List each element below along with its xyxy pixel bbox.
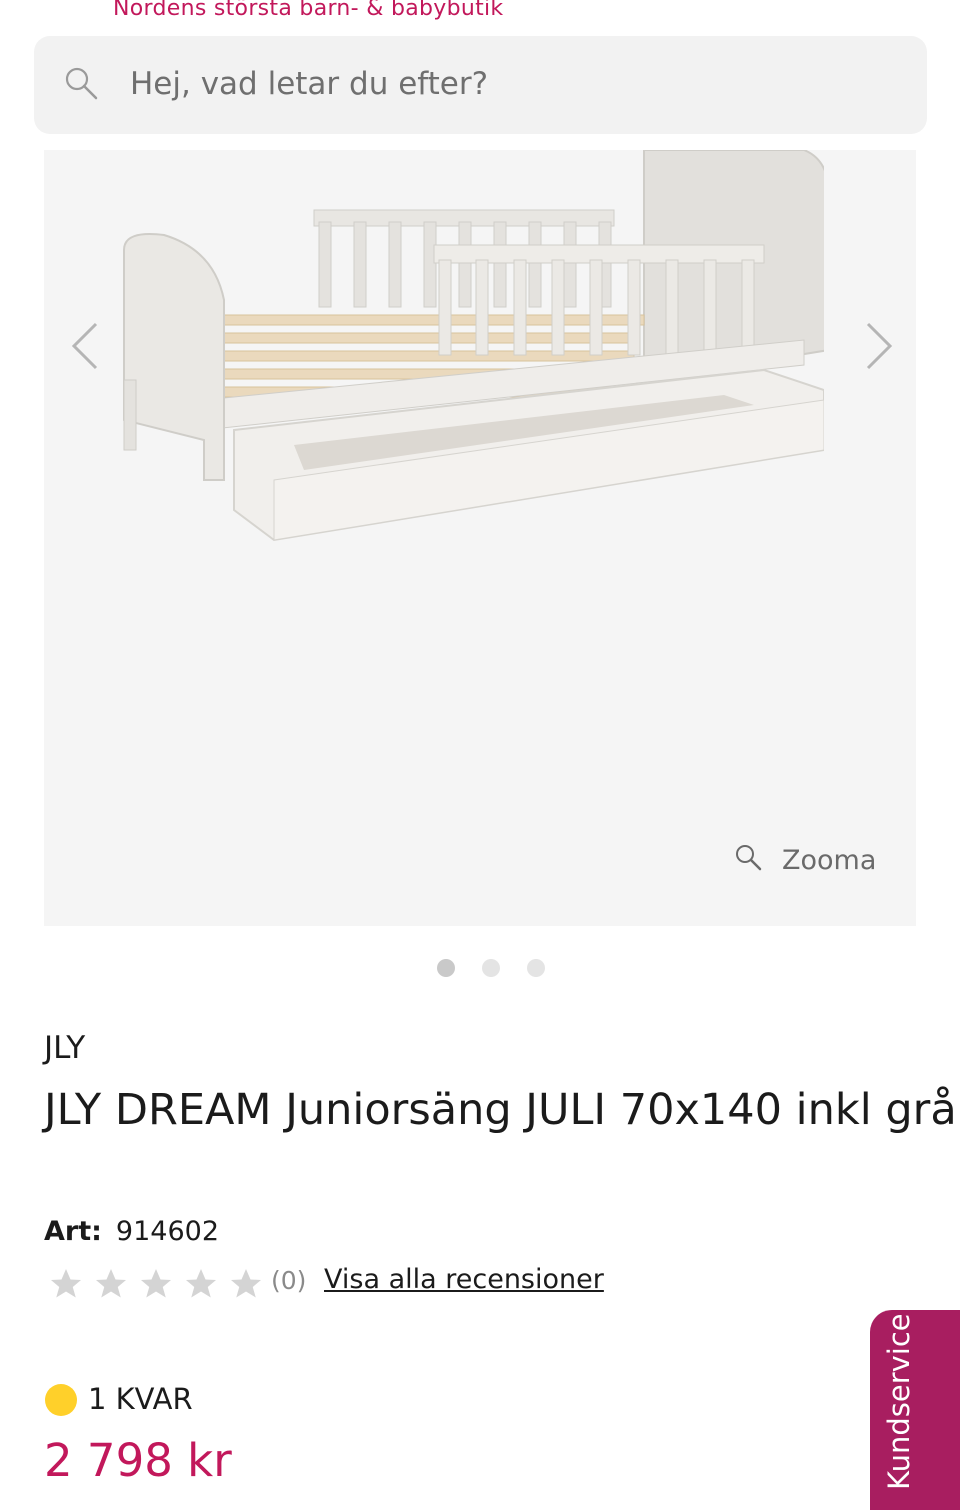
gallery-dot-2[interactable] (482, 959, 500, 977)
star-icon (186, 1269, 216, 1298)
article-number-value: 914602 (115, 1216, 219, 1247)
article-number: Art: 914602 (44, 1216, 219, 1247)
star-icon (231, 1269, 261, 1298)
customer-service-label[interactable]: Kundservice (882, 1313, 916, 1490)
product-title: JLY DREAM Juniorsäng JULI 70x140 inkl gr… (44, 1085, 957, 1135)
product-image-gallery[interactable] (44, 150, 916, 926)
zoom-icon[interactable] (734, 843, 762, 871)
zoom-label[interactable]: Zooma (782, 845, 876, 876)
stock-status-dot (45, 1384, 77, 1416)
stock-status: 1 KVAR (88, 1382, 193, 1416)
product-brand[interactable]: JLY (44, 1030, 85, 1066)
store-tagline: Nordens största barn- & babybutik (113, 0, 504, 21)
star-icon (51, 1269, 81, 1298)
product-price: 2 798 kr (44, 1434, 232, 1487)
product-image (123, 150, 824, 542)
star-icon (96, 1269, 126, 1298)
search-icon (65, 67, 98, 100)
gallery-dot-3[interactable] (527, 959, 545, 977)
star-icon (141, 1269, 171, 1298)
next-image-arrow-icon[interactable] (858, 320, 898, 372)
gallery-dot-1[interactable] (437, 959, 455, 977)
previous-image-arrow-icon[interactable] (66, 320, 106, 372)
rating-stars (48, 1266, 264, 1302)
article-number-label: Art: (44, 1216, 102, 1247)
review-count: (0) (271, 1266, 307, 1295)
search-placeholder[interactable]: Hej, vad letar du efter? (130, 66, 488, 102)
customer-service-tab[interactable]: Kundservice (870, 1310, 960, 1510)
show-all-reviews-link[interactable]: Visa alla recensioner (324, 1264, 604, 1295)
